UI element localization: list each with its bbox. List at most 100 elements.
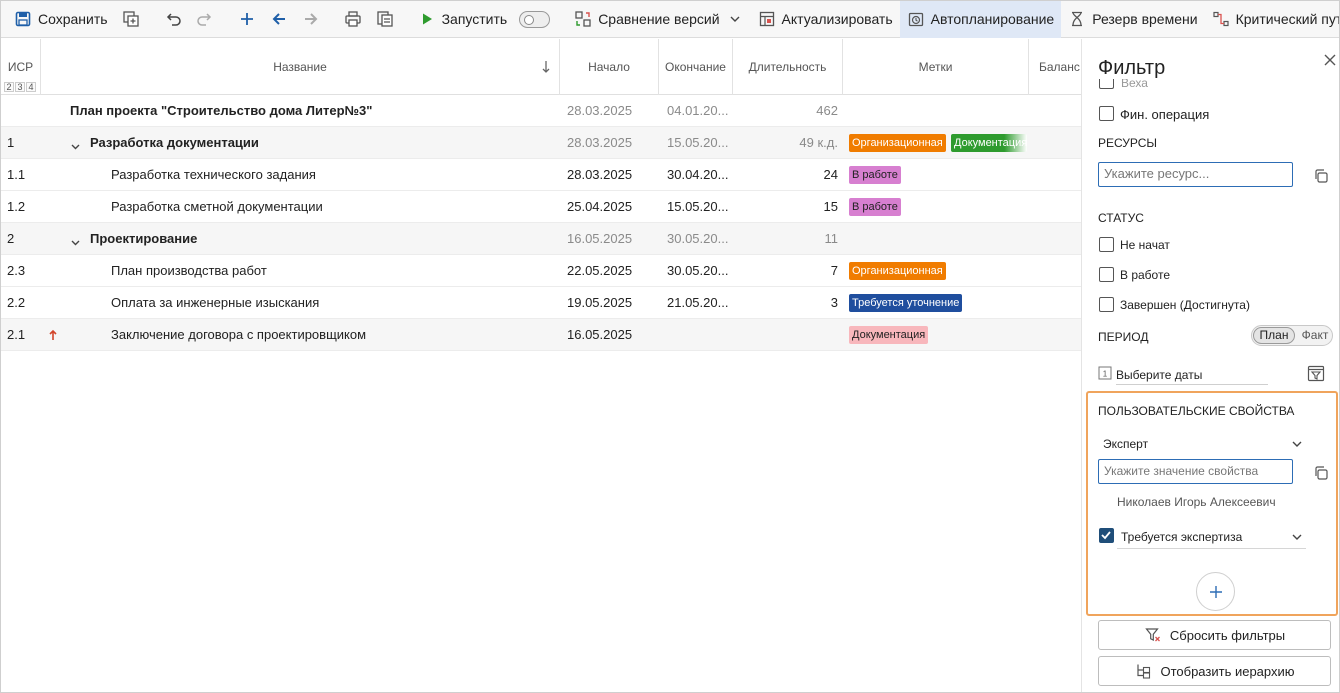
collapse-chevron-icon[interactable]: [71, 235, 80, 246]
period-fact-option[interactable]: Факт: [1299, 327, 1331, 344]
task-grid: ИСР 2 3 4 Название Начало Окончание Длит…: [1, 39, 1081, 692]
table-row[interactable]: План проекта "Строительство дома Литер№3…: [1, 95, 1081, 127]
period-switch: План Факт: [1251, 325, 1333, 346]
expertise-checkbox[interactable]: [1099, 528, 1114, 543]
tag-needs-clarification: Требуется уточнение: [849, 294, 963, 312]
row-wbs: 2: [7, 231, 15, 246]
milestone-checkbox[interactable]: [1099, 79, 1114, 89]
table-row[interactable]: 2.2 Оплата за инженерные изыскания 19.05…: [1, 287, 1081, 319]
row-name: Разработка документации: [90, 135, 259, 150]
row-duration: 7: [830, 263, 838, 278]
status-in-work-label: В работе: [1120, 268, 1171, 282]
time-reserve-button[interactable]: Резерв времени: [1061, 1, 1204, 38]
grid-header: ИСР 2 3 4 Название Начало Окончание Длит…: [1, 39, 1081, 95]
critical-path-button[interactable]: Критический путь: [1205, 1, 1339, 38]
level-3-button[interactable]: 3: [15, 82, 25, 92]
export-button[interactable]: [369, 1, 401, 38]
tag-organizational: Организационная: [849, 262, 946, 280]
row-start: 28.03.2025: [567, 167, 633, 182]
collapse-chevron-icon[interactable]: [71, 139, 80, 150]
row-start: 25.04.2025: [567, 199, 633, 214]
status-not-started-checkbox[interactable]: [1099, 237, 1114, 252]
table-row[interactable]: 2 Проектирование 16.05.2025 30.05.20... …: [1, 223, 1081, 255]
save-label: Сохранить: [38, 11, 108, 27]
start-header-label: Начало: [588, 60, 630, 74]
show-hierarchy-label: Отобразить иерархию: [1160, 663, 1295, 679]
row-name: План проекта "Строительство дома Литер№3…: [70, 103, 373, 118]
table-row[interactable]: 1 Разработка документации 28.03.2025 15.…: [1, 127, 1081, 159]
row-duration: 24: [823, 167, 838, 182]
indent-button[interactable]: [295, 1, 327, 38]
status-done-checkbox[interactable]: [1099, 297, 1114, 312]
save-button[interactable]: Сохранить: [7, 1, 115, 38]
undo-button[interactable]: [157, 1, 189, 38]
calendar-icon: 1: [1098, 366, 1112, 380]
compare-versions-button[interactable]: Сравнение версий: [567, 1, 750, 38]
column-header-end[interactable]: Окончание: [659, 39, 733, 95]
save-icon: [14, 10, 32, 28]
fin-op-checkbox[interactable]: [1099, 106, 1114, 121]
row-wbs: 1.2: [7, 199, 26, 214]
property-select-expert[interactable]: Эксперт: [1098, 433, 1306, 455]
show-hierarchy-button[interactable]: Отобразить иерархию: [1098, 656, 1331, 686]
run-button[interactable]: Запустить: [411, 1, 558, 38]
dates-input[interactable]: Выберите даты: [1116, 365, 1268, 385]
print-button[interactable]: [337, 1, 369, 38]
period-plan-option[interactable]: План: [1253, 327, 1295, 344]
column-header-tags[interactable]: Метки: [843, 39, 1029, 95]
row-wbs: 1: [7, 135, 15, 150]
add-task-button[interactable]: [231, 1, 263, 38]
column-header-start[interactable]: Начало: [560, 39, 659, 95]
row-end: 21.05.20...: [667, 295, 729, 310]
check-icon: [1101, 531, 1111, 540]
column-header-wbs[interactable]: ИСР 2 3 4: [1, 39, 41, 95]
play-icon: [418, 10, 436, 28]
close-icon[interactable]: [1321, 51, 1339, 69]
status-not-started-label: Не начат: [1120, 238, 1170, 252]
export-icon: [376, 10, 394, 28]
tag-in-work: В работе: [849, 166, 901, 184]
custom-props-title: ПОЛЬЗОВАТЕЛЬСКИЕ СВОЙСТВА: [1098, 404, 1295, 418]
name-header-label: Название: [273, 60, 327, 74]
add-property-button[interactable]: [1196, 572, 1235, 611]
tag-organizational: Организационная: [849, 134, 946, 152]
table-row[interactable]: 1.2 Разработка сметной документации 25.0…: [1, 191, 1081, 223]
compare-label: Сравнение версий: [598, 11, 720, 27]
column-header-balance[interactable]: Баланс: [1029, 39, 1081, 95]
add-subtask-button[interactable]: [115, 1, 147, 38]
table-icon: [758, 10, 776, 28]
toolbar: Сохранить Запустить Сравнение версий Акт…: [1, 1, 1339, 38]
table-row[interactable]: 1.1 Разработка технического задания 28.0…: [1, 159, 1081, 191]
hourglass-icon: [1068, 10, 1086, 28]
table-row[interactable]: 2.3 План производства работ 22.05.2025 3…: [1, 255, 1081, 287]
actualize-button[interactable]: Актуализировать: [751, 1, 900, 38]
row-start: 16.05.2025: [567, 231, 633, 246]
outdent-button[interactable]: [263, 1, 295, 38]
property-value-item[interactable]: Николаев Игорь Алексеевич: [1117, 495, 1276, 509]
select-value-icon[interactable]: [1312, 464, 1330, 482]
column-header-name[interactable]: Название: [41, 39, 560, 95]
table-row[interactable]: 2.1 Заключение договора с проектировщико…: [1, 319, 1081, 351]
reset-filters-button[interactable]: Сбросить фильтры: [1098, 620, 1331, 650]
select-resource-icon[interactable]: [1312, 167, 1330, 185]
level-2-button[interactable]: 2: [4, 82, 14, 92]
column-header-duration[interactable]: Длительность: [733, 39, 843, 95]
property-select-expertise[interactable]: Требуется экспертиза: [1117, 525, 1306, 549]
autoplan-button[interactable]: Автопланирование: [899, 1, 1062, 38]
autoplan-icon: [907, 10, 925, 28]
date-filter-icon[interactable]: [1307, 364, 1325, 382]
row-end: 30.04.20...: [667, 167, 729, 182]
property-value-input[interactable]: Укажите значение свойства: [1098, 459, 1293, 484]
priority-up-icon: [44, 326, 62, 344]
row-name: Проектирование: [90, 231, 198, 246]
sort-down-icon[interactable]: [537, 58, 555, 76]
level-4-button[interactable]: 4: [26, 82, 36, 92]
status-in-work-checkbox[interactable]: [1099, 267, 1114, 282]
row-name: План производства работ: [111, 263, 267, 278]
resource-input[interactable]: Укажите ресурс...: [1098, 162, 1293, 187]
app-window: Сохранить Запустить Сравнение версий Акт…: [0, 0, 1340, 693]
redo-button[interactable]: [189, 1, 221, 38]
run-toggle[interactable]: [519, 10, 551, 28]
printer-icon: [344, 10, 362, 28]
row-name: Заключение договора с проектировщиком: [111, 327, 367, 342]
